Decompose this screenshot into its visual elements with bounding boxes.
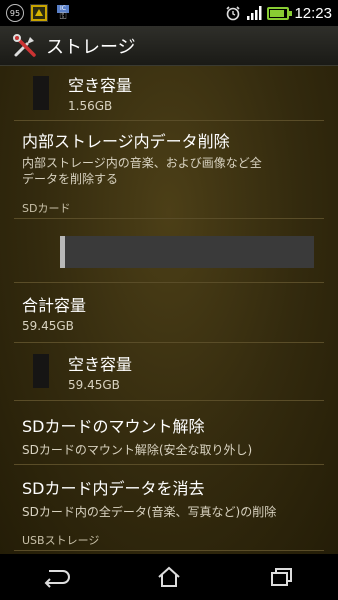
sd-unmount-desc: SDカードのマウント解除(安全な取り外し) — [22, 443, 253, 457]
action-bar: ストレージ — [0, 26, 338, 66]
divider — [14, 120, 324, 121]
back-button[interactable] — [26, 554, 86, 600]
notification-count-icon: 95 — [6, 4, 24, 22]
status-time: 12:23 — [294, 4, 332, 22]
sd-erase-desc: SDカード内の全データ(音楽、写真など)の削除 — [22, 505, 277, 519]
recent-apps-button[interactable] — [252, 554, 312, 600]
divider — [14, 218, 324, 219]
sd-usage-bar — [60, 236, 314, 268]
sd-free-label: 空き容量 — [68, 355, 133, 374]
alarm-icon — [226, 6, 241, 21]
tools-icon[interactable] — [12, 33, 38, 59]
sd-total-item: 合計容量 59.45GB — [22, 292, 328, 333]
section-header-usb: USBストレージ — [22, 532, 328, 548]
section-usb-label: USBストレージ — [22, 534, 100, 547]
home-icon — [158, 566, 180, 587]
erase-internal-desc-2: データを削除する — [22, 172, 119, 186]
internal-free-label: 空き容量 — [68, 76, 133, 95]
erase-internal-desc-1: 内部ストレージ内の音楽、および画像など全 — [22, 156, 262, 170]
app-icon — [30, 4, 48, 22]
home-button[interactable] — [139, 554, 199, 600]
status-bar: 95 IC ⚿ 12:23 — [0, 0, 338, 26]
sd-total-label: 合計容量 — [22, 296, 87, 315]
section-header-sd: SDカード — [22, 200, 328, 216]
internal-free-value: 1.56GB — [68, 99, 113, 113]
battery-icon — [267, 6, 293, 20]
divider — [14, 282, 324, 283]
erase-internal-title: 内部ストレージ内データ削除 — [22, 132, 230, 151]
sd-unmount-title: SDカードのマウント解除 — [22, 417, 205, 436]
internal-free-swatch — [33, 76, 49, 110]
sd-free-value: 59.45GB — [68, 378, 120, 392]
back-icon — [44, 570, 71, 588]
storage-settings-list[interactable]: 空き容量 1.56GB 内部ストレージ内データ削除 内部ストレージ内の音楽、およ… — [0, 66, 338, 554]
internal-free-item: 空き容量 1.56GB — [68, 72, 328, 113]
divider — [14, 400, 324, 401]
divider — [14, 342, 324, 343]
page-title: ストレージ — [46, 36, 136, 58]
sd-unmount-item[interactable]: SDカードのマウント解除 SDカードのマウント解除(安全な取り外し) — [22, 413, 328, 458]
sd-free-item: 空き容量 59.45GB — [68, 351, 328, 392]
signal-icon — [247, 6, 262, 20]
recent-apps-icon — [270, 568, 292, 586]
sd-total-value: 59.45GB — [22, 319, 74, 333]
sd-erase-item[interactable]: SDカード内データを消去 SDカード内の全データ(音楽、写真など)の削除 — [22, 475, 328, 520]
sd-free-swatch — [33, 354, 49, 388]
sd-erase-title: SDカード内データを消去 — [22, 479, 205, 498]
sd-usage-fill — [60, 236, 65, 268]
key-icon: IC ⚿ — [54, 4, 72, 22]
divider — [14, 464, 324, 465]
erase-internal-item[interactable]: 内部ストレージ内データ削除 内部ストレージ内の音楽、および画像など全 データを削… — [22, 128, 328, 187]
section-sd-label: SDカード — [22, 202, 71, 215]
navigation-bar — [0, 554, 338, 600]
divider — [14, 550, 324, 551]
